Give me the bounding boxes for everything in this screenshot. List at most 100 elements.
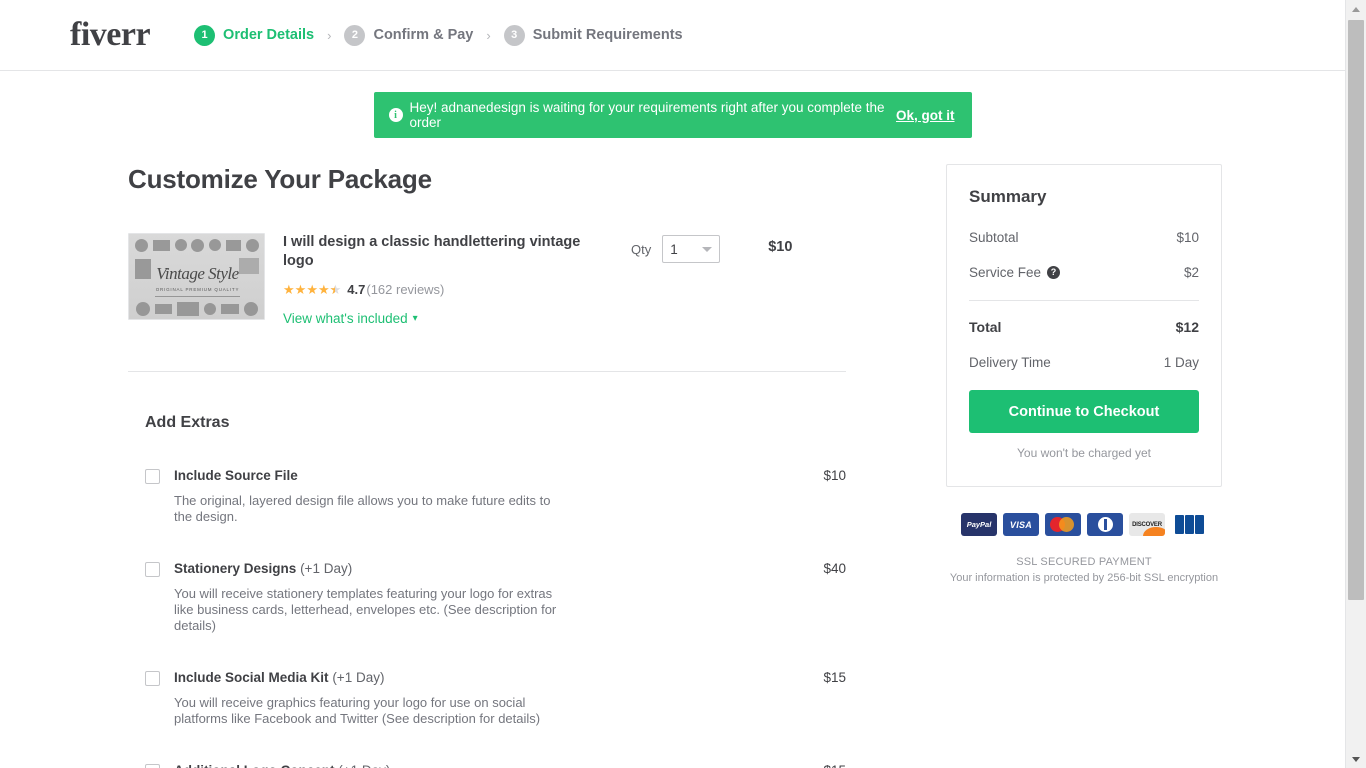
- view-included-label: View what's included: [283, 311, 408, 326]
- main-content: Customize Your Package Vintage Style ORI…: [0, 164, 1345, 768]
- step-3-label: Submit Requirements: [532, 27, 683, 43]
- gig-title[interactable]: I will design a classic handlettering vi…: [283, 233, 583, 271]
- step-2-label: Confirm & Pay: [373, 27, 474, 43]
- summary-delivery-row: Delivery Time 1 Day: [969, 355, 1199, 370]
- subtotal-value: $10: [1176, 230, 1199, 245]
- order-details-column: Customize Your Package Vintage Style ORI…: [128, 164, 846, 768]
- visa-icon: VISA: [1003, 513, 1039, 536]
- extra-days: (+1 Day): [332, 670, 385, 685]
- extra-days: (+1 Day): [300, 561, 353, 576]
- summary-subtotal-row: Subtotal $10: [969, 230, 1199, 245]
- extra-body: Include Source File The original, layere…: [174, 468, 776, 525]
- payment-methods: PayPal VISA DISCOVER: [946, 513, 1222, 536]
- extra-days: (+1 Day): [338, 763, 390, 768]
- extra-description: You will receive graphics featuring your…: [174, 695, 541, 726]
- summary-divider: [969, 300, 1199, 301]
- extra-description: You will receive stationery templates fe…: [174, 586, 557, 633]
- chevron-down-icon: ▾: [412, 313, 418, 324]
- continue-to-checkout-button[interactable]: Continue to Checkout: [969, 390, 1199, 433]
- extra-name: Include Source File: [174, 468, 298, 483]
- page-title: Customize Your Package: [128, 164, 432, 194]
- summary-card: Summary Subtotal $10 Service Fee ? $2 To…: [946, 164, 1222, 487]
- chevron-down-icon: [1352, 756, 1360, 762]
- ssl-title: SSL SECURED PAYMENT: [1016, 556, 1152, 568]
- discover-label: DISCOVER: [1132, 521, 1162, 528]
- scrollbar-thumb[interactable]: [1348, 20, 1364, 600]
- service-fee-value: $2: [1183, 265, 1199, 280]
- rating-count: (162 reviews): [366, 282, 445, 297]
- thumb-script-text: Vintage Style: [156, 264, 239, 283]
- delivery-time-value: 1 Day: [1163, 355, 1199, 370]
- discover-icon: DISCOVER: [1129, 513, 1165, 536]
- extra-price: $15: [823, 670, 846, 685]
- step-2-badge: 2: [344, 24, 366, 46]
- vertical-scrollbar[interactable]: [1345, 0, 1366, 768]
- step-confirm-pay[interactable]: 2 Confirm & Pay: [344, 24, 474, 46]
- extra-body: Additional Logo Concept (+1 Day) Add an …: [174, 763, 776, 768]
- summary-service-fee-row: Service Fee ? $2: [969, 265, 1199, 280]
- help-icon[interactable]: ?: [1047, 266, 1061, 279]
- chevron-up-icon: [1352, 6, 1360, 12]
- step-order-details[interactable]: 1 Order Details: [194, 24, 315, 46]
- extra-description: The original, layered design file allows…: [174, 493, 551, 524]
- site-header: fiverr 1 Order Details › 2 Confirm & Pay…: [0, 0, 1345, 71]
- total-label: Total: [969, 319, 1002, 335]
- step-submit-requirements[interactable]: 3 Submit Requirements: [503, 24, 683, 46]
- gig-thumbnail[interactable]: Vintage Style ORIGINAL PREMIUM QUALITY: [128, 233, 265, 320]
- extra-name: Additional Logo Concept: [174, 763, 334, 768]
- extra-head: Include Social Media Kit (+1 Day): [174, 670, 776, 686]
- service-fee-label-wrap: Service Fee ?: [969, 265, 1061, 280]
- step-3-badge: 3: [503, 24, 525, 46]
- extra-item[interactable]: Include Social Media Kit (+1 Day) You wi…: [128, 670, 846, 727]
- extra-price: $15: [786, 763, 846, 768]
- extra-checkbox-stationery-designs[interactable]: [145, 562, 160, 577]
- notification-banner-wrap: i Hey! adnanedesign is waiting for your …: [0, 92, 1345, 138]
- step-1-label: Order Details: [223, 27, 315, 43]
- gig-price: $10: [768, 239, 793, 255]
- quantity-select[interactable]: 1: [662, 235, 721, 263]
- step-1-badge: 1: [194, 24, 216, 46]
- extra-head: Stationery Designs (+1 Day): [174, 561, 776, 577]
- page-viewport: fiverr 1 Order Details › 2 Confirm & Pay…: [0, 0, 1345, 768]
- extra-checkbox-include-social-media-kit[interactable]: [145, 671, 160, 686]
- delivery-time-label: Delivery Time: [969, 355, 1051, 370]
- view-whats-included-link[interactable]: View what's included ▾: [283, 311, 418, 326]
- summary-title: Summary: [969, 187, 1047, 206]
- mastercard-icon: [1045, 513, 1081, 536]
- notification-text: Hey! adnanedesign is waiting for your re…: [409, 100, 885, 130]
- extra-price: $40: [823, 561, 846, 576]
- thumb-subline-text: ORIGINAL PREMIUM QUALITY: [155, 287, 240, 292]
- total-value: $12: [1175, 319, 1199, 335]
- gig-info: I will design a classic handlettering vi…: [283, 233, 583, 328]
- add-extras-title: Add Extras: [145, 414, 230, 431]
- rating-value: 4.7: [347, 282, 366, 297]
- extra-item[interactable]: Additional Logo Concept (+1 Day) Add an …: [128, 763, 846, 768]
- service-fee-label: Service Fee: [969, 265, 1042, 280]
- jcb-icon: [1171, 513, 1207, 536]
- ssl-description: Your information is protected by 256-bit…: [949, 572, 1219, 584]
- diners-club-icon: [1087, 513, 1123, 536]
- extra-item[interactable]: Stationery Designs (+1 Day) You will rec…: [128, 561, 846, 634]
- summary-column: Summary Subtotal $10 Service Fee ? $2 To…: [946, 164, 1222, 768]
- scrollbar-down-button[interactable]: [1346, 750, 1366, 768]
- extra-body: Stationery Designs (+1 Day) You will rec…: [174, 561, 776, 634]
- extra-name: Include Social Media Kit: [174, 670, 329, 685]
- extra-checkbox-include-source-file[interactable]: [145, 469, 160, 484]
- extra-checkbox-additional-logo-concept[interactable]: [145, 764, 160, 768]
- extra-head: Include Source File: [174, 468, 776, 484]
- info-icon: i: [388, 108, 403, 122]
- star-rating-icon: ★ ★ ★ ★ ★: [283, 283, 341, 296]
- paypal-icon: PayPal: [961, 513, 997, 536]
- quantity-control: Qty 1: [631, 233, 721, 263]
- extra-price: $10: [823, 468, 846, 483]
- extra-head: Additional Logo Concept (+1 Day): [174, 763, 776, 768]
- extra-item[interactable]: Include Source File The original, layere…: [128, 468, 846, 525]
- scrollbar-up-button[interactable]: [1346, 0, 1366, 18]
- fiverr-logo[interactable]: fiverr: [70, 18, 151, 52]
- subtotal-label: Subtotal: [969, 230, 1019, 245]
- quantity-label: Qty: [631, 241, 652, 257]
- step-separator-icon: ›: [327, 27, 332, 43]
- banner-dismiss-link[interactable]: Ok, got it: [896, 108, 955, 123]
- step-separator-icon: ›: [486, 27, 491, 43]
- gig-rating: ★★★★★ 4.7 (162 reviews): [283, 282, 583, 297]
